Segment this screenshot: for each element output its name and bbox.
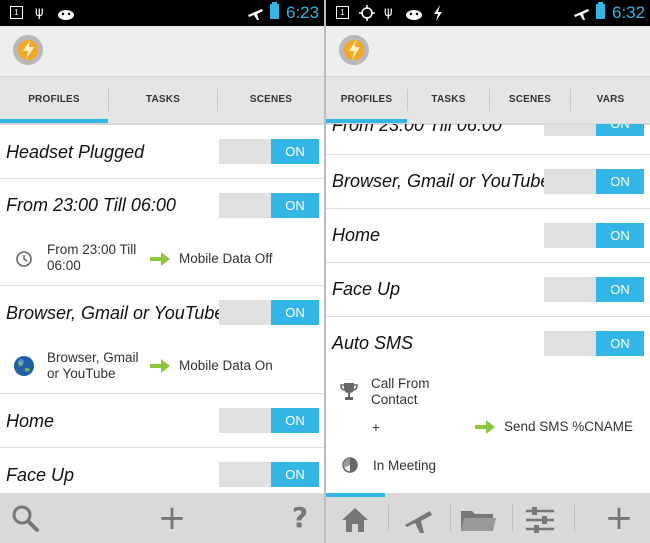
context-label: From 23:00 Till 06:00	[47, 242, 137, 273]
profile-row[interactable]: Browser, Gmail or YouTube ON	[0, 286, 324, 339]
tab-scenes[interactable]: SCENES	[218, 77, 324, 122]
profile-row[interactable]: From 23:00 Till 06:00 ON	[0, 179, 324, 232]
airplane-mode-icon	[248, 9, 263, 20]
arrow-right-icon	[475, 420, 495, 434]
profile-name: Face Up	[332, 279, 401, 299]
tab-profiles[interactable]: PROFILES	[326, 77, 407, 122]
gps-icon	[359, 5, 375, 21]
profile-row[interactable]: Face Up ON	[0, 448, 324, 493]
profile-list: From 23:00 Till 06:00 ON Browser, Gmail …	[326, 124, 650, 493]
profile-name: Browser, Gmail or YouTube	[332, 171, 551, 191]
profile-toggle[interactable]: ON	[219, 193, 319, 218]
tasker-app-icon[interactable]	[10, 32, 46, 68]
context-label: In Meeting	[373, 458, 437, 473]
profile-toggle[interactable]: ON	[219, 408, 319, 433]
status-bar: 1 ψ 6:32	[326, 0, 650, 26]
tab-profiles[interactable]: PROFILES	[0, 77, 108, 122]
battery-charging-icon	[270, 2, 279, 19]
tab-tasks[interactable]: TASKS	[109, 77, 217, 122]
profile-row[interactable]: Home ON	[326, 209, 650, 262]
battery-charging-icon	[596, 2, 605, 19]
profile-toggle[interactable]: ON	[544, 277, 644, 302]
profile-row[interactable]: Headset Plugged ON	[0, 124, 324, 178]
status-bar: 1 ψ 6:23	[0, 0, 324, 26]
profile-row[interactable]: Home ON	[0, 394, 324, 447]
profile-toggle[interactable]: ON	[219, 462, 319, 487]
home-icon[interactable]	[340, 506, 370, 534]
android-debug-icon	[406, 10, 422, 20]
status-time: 6:32	[612, 3, 646, 22]
bottom-bar: +	[326, 493, 650, 543]
plus-label: +	[372, 420, 380, 435]
profile-name: Browser, Gmail or YouTube	[6, 303, 225, 323]
lightning-icon	[434, 5, 442, 21]
context-label: Call From Contact	[371, 376, 430, 407]
profile-toggle[interactable]: ON	[544, 331, 644, 356]
profile-toggle[interactable]: ON	[544, 223, 644, 248]
profile-name: Home	[6, 411, 55, 431]
profile-toggle[interactable]: ON	[219, 139, 319, 164]
status-time: 6:23	[286, 3, 320, 22]
profile-name: Headset Plugged	[6, 142, 145, 162]
profile-row[interactable]: From 23:00 Till 06:00 ON	[326, 124, 650, 136]
tab-bar: PROFILES TASKS SCENES	[0, 76, 324, 125]
profile-toggle[interactable]: ON	[544, 124, 644, 136]
arrow-right-icon	[150, 252, 170, 266]
airplane-mode-icon	[574, 9, 589, 20]
context-label: Browser, Gmail or YouTube	[47, 350, 139, 381]
action-bar	[0, 26, 324, 76]
meeting-state-icon	[342, 457, 358, 473]
tasker-app-icon[interactable]	[336, 32, 372, 68]
search-icon[interactable]	[10, 503, 40, 533]
airplane-icon[interactable]	[402, 505, 434, 535]
android-debug-icon	[58, 10, 74, 20]
profile-toggle[interactable]: ON	[219, 300, 319, 325]
tab-bar: PROFILES TASKS SCENES VARS	[326, 76, 650, 125]
sliders-icon[interactable]	[524, 505, 556, 535]
profile-name: Auto SMS	[332, 333, 414, 353]
profile-row[interactable]: Face Up ON	[326, 263, 650, 316]
profile-row[interactable]: Auto SMS ON	[326, 317, 650, 370]
profile-name: Home	[332, 225, 381, 245]
task-label[interactable]: Send SMS %CNAME	[504, 419, 633, 435]
profile-detail-row[interactable]: Browser, Gmail or YouTube Mobile Data On	[0, 339, 324, 393]
left-screenshot: 1 ψ 6:23 PROFILES TASKS SCENES Headset P…	[0, 0, 324, 543]
active-bottom-indicator	[326, 493, 385, 497]
add-icon[interactable]: +	[156, 501, 188, 535]
globe-icon	[14, 356, 34, 376]
tab-vars[interactable]: VARS	[571, 77, 650, 122]
folder-icon[interactable]	[460, 507, 496, 533]
tab-scenes[interactable]: SCENES	[490, 77, 570, 122]
sim-card-icon: 1	[10, 6, 23, 19]
right-screenshot: 1 ψ 6:32 PROFILES TASKS SCENES VARS From…	[326, 0, 650, 543]
sim-card-icon: 1	[336, 6, 349, 19]
usb-icon: ψ	[35, 5, 44, 20]
usb-icon: ψ	[384, 5, 393, 20]
trophy-icon	[340, 383, 358, 400]
profile-detail-row[interactable]: Call From Contact + Send SMS %CNAME In M…	[326, 370, 650, 493]
arrow-right-icon	[150, 359, 170, 373]
profile-row[interactable]: Browser, Gmail or YouTube ON	[326, 155, 650, 208]
profile-detail-row[interactable]: From 23:00 Till 06:00 Mobile Data Off	[0, 232, 324, 285]
profile-name: Face Up	[6, 465, 75, 485]
profile-name: From 23:00 Till 06:00	[6, 195, 176, 215]
profile-toggle[interactable]: ON	[544, 169, 644, 194]
profile-list: Headset Plugged ON From 23:00 Till 06:00…	[0, 124, 324, 493]
bottom-bar: + ?	[0, 493, 324, 543]
help-icon[interactable]: ?	[284, 502, 316, 534]
action-bar	[326, 26, 650, 76]
profile-name: From 23:00 Till 06:00	[332, 124, 502, 135]
task-label[interactable]: Mobile Data On	[179, 358, 273, 374]
clock-icon	[16, 251, 32, 267]
task-label[interactable]: Mobile Data Off	[179, 251, 273, 267]
add-icon[interactable]: +	[603, 501, 635, 535]
tab-tasks[interactable]: TASKS	[408, 77, 489, 122]
